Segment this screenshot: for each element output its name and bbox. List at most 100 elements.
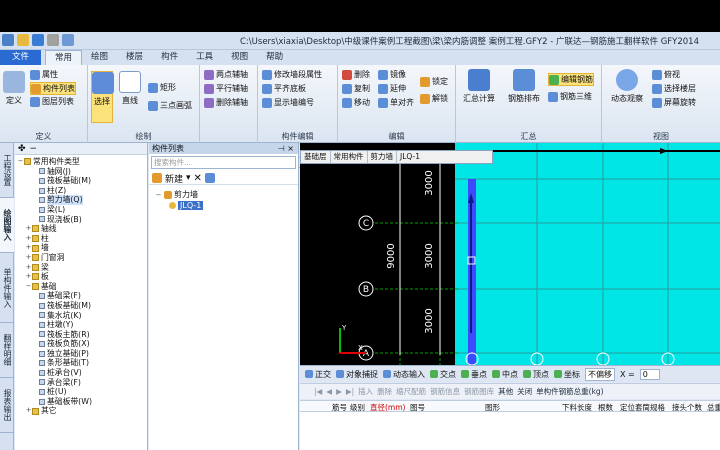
expand-icon[interactable]: +: [25, 406, 32, 416]
edit-rebar-button[interactable]: 编辑钢筋: [548, 73, 594, 86]
tab-floor[interactable]: 楼层: [117, 50, 152, 65]
x-input[interactable]: 0: [639, 368, 660, 380]
tree-item[interactable]: 筏板主筋(R): [17, 330, 147, 340]
component-item[interactable]: JLQ-1: [155, 200, 298, 211]
expand-icon[interactable]: +: [25, 224, 32, 234]
top-view-button[interactable]: 俯视: [652, 69, 680, 80]
insert-button[interactable]: 插入: [358, 386, 373, 397]
tree-item[interactable]: 基础板带(W): [17, 397, 147, 407]
line-button[interactable]: 直线: [118, 71, 142, 106]
tree-item[interactable]: 筏板负筋(X): [17, 339, 147, 349]
open-icon[interactable]: [17, 34, 29, 46]
copy-button[interactable]: 复制: [342, 83, 370, 94]
minus-icon[interactable]: −: [30, 144, 38, 154]
tree-item[interactable]: 梁(L): [17, 205, 147, 215]
delete-x-icon[interactable]: ✕: [194, 173, 202, 184]
component-search-input[interactable]: 搜索构件...: [151, 156, 309, 169]
tree-item[interactable]: 集水坑(K): [17, 311, 147, 321]
select-floor-button[interactable]: 选择楼层: [652, 83, 696, 94]
tree-item[interactable]: 筏板基础(M): [17, 176, 147, 186]
delete-button[interactable]: 删除: [342, 69, 370, 80]
delete-axis-button[interactable]: 删除辅轴: [204, 97, 248, 108]
dynamic-input-toggle[interactable]: 动态输入: [383, 369, 425, 380]
other-button[interactable]: 其他: [498, 386, 513, 397]
tab-draw[interactable]: 绘图: [82, 50, 117, 65]
collapse-icon[interactable]: −: [25, 282, 32, 292]
expand-icon[interactable]: +: [25, 234, 32, 244]
coord-snap[interactable]: 坐标: [554, 369, 580, 380]
move-button[interactable]: 移动: [342, 97, 370, 108]
tree-item[interactable]: + 轴线: [17, 224, 147, 234]
lock-button[interactable]: 锁定: [420, 76, 448, 87]
delete-row-button[interactable]: 删除: [377, 386, 392, 397]
component-list-button[interactable]: 构件列表: [30, 82, 76, 95]
tree-item[interactable]: 现浇板(B): [17, 215, 147, 225]
calc-button[interactable]: 汇总计算: [462, 69, 496, 104]
copy-component-icon[interactable]: [204, 173, 215, 183]
side-tab-project[interactable]: 工程设置: [0, 143, 14, 198]
tree-item[interactable]: 条形基础(T): [17, 358, 147, 368]
scale-rebar-button[interactable]: 缩尺配筋: [396, 386, 426, 397]
vertex-snap[interactable]: 顶点: [523, 369, 549, 380]
drawing-canvas[interactable]: C B A 3000 3000 3000 9000 Y X: [300, 143, 720, 365]
rebar-grid-body[interactable]: [300, 412, 720, 450]
tree-item[interactable]: − 基础: [17, 282, 147, 292]
tab-component[interactable]: 构件: [152, 50, 187, 65]
ortho-toggle[interactable]: 正交: [305, 369, 331, 380]
prev-record-icon[interactable]: ◀: [326, 387, 332, 396]
save-icon[interactable]: [32, 34, 44, 46]
name-select[interactable]: JLQ-1: [397, 151, 423, 163]
side-tab-detail[interactable]: 翻样明细: [0, 323, 14, 378]
arc-button[interactable]: 三点画弧: [148, 100, 192, 111]
osnap-toggle[interactable]: 对象捕捉: [336, 369, 378, 380]
tree-item[interactable]: + 其它: [17, 406, 147, 416]
tree-item[interactable]: 剪力墙(Q): [17, 195, 147, 205]
select-button[interactable]: 选择: [91, 71, 114, 123]
tree-item[interactable]: + 墙: [17, 243, 147, 253]
last-record-icon[interactable]: ▶|: [346, 387, 354, 396]
modify-segment-button[interactable]: 修改墙段属性: [262, 69, 322, 80]
extend-button[interactable]: 延伸: [378, 83, 406, 94]
offset-select[interactable]: 不偏移: [585, 367, 615, 381]
side-tab-report[interactable]: 报表输出: [0, 378, 14, 433]
rebar-3d-button[interactable]: 钢筋三维: [548, 91, 592, 102]
app-icon[interactable]: [2, 34, 14, 46]
tab-help[interactable]: 帮助: [257, 50, 292, 65]
define-button[interactable]: 定义: [3, 71, 25, 106]
parallel-axis-button[interactable]: 平行辅轴: [204, 83, 248, 94]
tree-item[interactable]: 筏板基础(M): [17, 301, 147, 311]
floor-select[interactable]: 基础层: [301, 151, 331, 163]
dropdown-icon[interactable]: ▾: [186, 173, 191, 183]
flat-bottom-button[interactable]: 平齐底板: [262, 83, 306, 94]
mirror-button[interactable]: 镜像: [378, 69, 406, 80]
type-select[interactable]: 剪力墙: [368, 151, 397, 163]
side-tab-single[interactable]: 单构件输入: [0, 253, 14, 323]
tree-item[interactable]: 桩承台(V): [17, 368, 147, 378]
side-tab-draw[interactable]: 绘图输入: [0, 198, 14, 253]
undo-icon[interactable]: [47, 34, 59, 46]
expand-icon[interactable]: +: [25, 253, 32, 263]
tree-item[interactable]: 基础梁(F): [17, 291, 147, 301]
unlock-button[interactable]: 解锁: [420, 93, 448, 104]
tree-item[interactable]: + 柱: [17, 234, 147, 244]
tab-tools[interactable]: 工具: [187, 50, 222, 65]
attr-button[interactable]: 属性: [30, 69, 58, 80]
new-button[interactable]: 新建: [165, 172, 183, 185]
collapse-icon[interactable]: ✤: [18, 144, 26, 154]
dynamic-view-button[interactable]: 动态观察: [608, 69, 646, 104]
redo-icon[interactable]: [62, 34, 74, 46]
next-record-icon[interactable]: ▶: [336, 387, 342, 396]
rect-button[interactable]: 矩形: [148, 82, 176, 93]
tab-view[interactable]: 视图: [222, 50, 257, 65]
show-id-button[interactable]: 显示墙编号: [262, 97, 314, 108]
tree-item[interactable]: 柱墩(Y): [17, 320, 147, 330]
tree-item[interactable]: + 梁: [17, 263, 147, 273]
expand-icon[interactable]: +: [25, 263, 32, 273]
tree-item[interactable]: 桩(U): [17, 387, 147, 397]
expand-icon[interactable]: +: [25, 243, 32, 253]
first-record-icon[interactable]: |◀: [314, 387, 322, 396]
two-point-axis-button[interactable]: 两点辅轴: [204, 69, 248, 80]
component-group[interactable]: − 剪力墙: [155, 189, 298, 200]
tree-item[interactable]: 柱(Z): [17, 186, 147, 196]
tab-file[interactable]: 文件: [0, 50, 42, 65]
